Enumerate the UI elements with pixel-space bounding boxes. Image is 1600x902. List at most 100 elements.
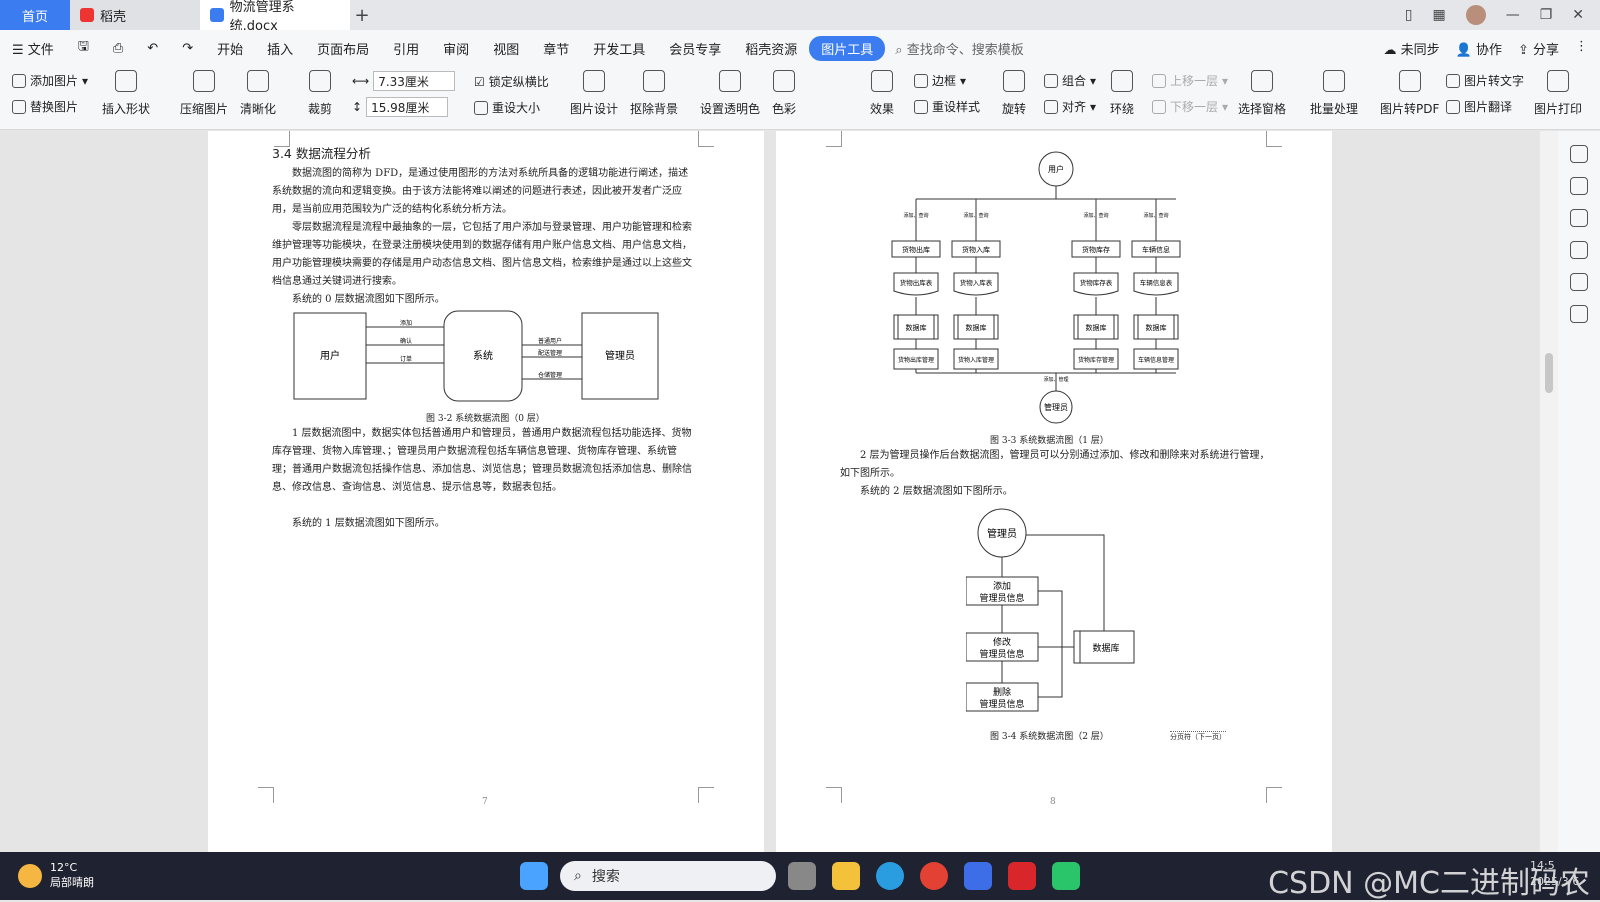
remove-bg-label: 抠除背景 <box>630 102 679 116</box>
tab-daoke[interactable]: 稻壳 <box>70 0 200 30</box>
command-search[interactable]: ⌕ 查找命令、搜索模板 <box>895 39 1023 58</box>
file-menu[interactable]: ☰ 文件 <box>0 39 66 58</box>
menu-item-section[interactable]: 章节 <box>531 39 581 58</box>
transparent-button[interactable]: 设置透明色 <box>700 70 760 117</box>
weather-widget[interactable]: 12°C 局部晴朗 <box>18 860 94 890</box>
undo-icon[interactable]: ↶ <box>135 41 170 56</box>
folder-icon[interactable] <box>832 862 860 890</box>
paragraph[interactable]: 2 层为管理员操作后台数据流图，管理员可以分别通过添加、修改和删除来对系统进行管… <box>840 447 1270 483</box>
sharpen-button[interactable]: 清晰化 <box>240 70 276 117</box>
translate-button[interactable]: 图片翻译 <box>1446 98 1512 115</box>
paragraph[interactable]: 数据流图的简称为 DFD，是通过使用图形的方法对系统所具备的逻辑功能进行阐述，描… <box>272 165 692 219</box>
temperature: 12°C <box>50 861 78 874</box>
flow-label: 配送管理 <box>538 349 562 357</box>
add-image-button[interactable]: 添加图片 ▾ <box>12 72 88 89</box>
paragraph[interactable]: 零层数据流程是流程中最抽象的一层，它包括了用户添加与登录管理、用户功能管理和检索… <box>272 219 692 291</box>
menu-item-view[interactable]: 视图 <box>481 39 531 58</box>
pen-icon[interactable] <box>1570 145 1588 163</box>
redo-icon[interactable]: ↷ <box>170 41 205 56</box>
edge-icon[interactable] <box>876 862 904 890</box>
menu-item-layout[interactable]: 页面布局 <box>305 39 381 58</box>
design-button[interactable]: 图片设计 <box>570 70 618 117</box>
align-button[interactable]: 对齐 ▾ <box>1044 98 1096 115</box>
collab-button[interactable]: 👤 协作 <box>1456 39 1502 58</box>
wrap-button[interactable]: 环绕 <box>1110 70 1134 117</box>
height-input[interactable]: 15.98厘米 <box>366 97 449 117</box>
menu-item-insert[interactable]: 插入 <box>255 39 305 58</box>
tab-document[interactable]: 物流管理系统.docx <box>200 0 350 34</box>
group-button[interactable]: 组合 ▾ <box>1044 72 1096 89</box>
section-heading[interactable]: 3.4 数据流程分析 <box>272 145 371 163</box>
lightning-icon[interactable] <box>1570 305 1588 323</box>
store-icon[interactable] <box>788 862 816 890</box>
windows-start-icon[interactable] <box>520 862 548 890</box>
to-pdf-button[interactable]: 图片转PDF <box>1380 70 1439 117</box>
sync-button[interactable]: ☁ 未同步 <box>1383 39 1439 58</box>
insert-shape-button[interactable]: 插入形状 <box>102 70 150 117</box>
print-image-button[interactable]: 图片打印 <box>1534 70 1582 117</box>
color-button[interactable]: 色彩 <box>772 70 796 117</box>
help-icon[interactable] <box>1570 241 1588 259</box>
vertical-scrollbar[interactable] <box>1540 131 1558 852</box>
paragraph[interactable]: 系统的 2 层数据流图如下图所示。 <box>860 483 1013 501</box>
menu-item-start[interactable]: 开始 <box>205 39 255 58</box>
menu-item-review[interactable]: 审阅 <box>431 39 481 58</box>
figure-caption[interactable]: 图 3-2 系统数据流图（0 层） <box>426 411 545 424</box>
replace-image-button[interactable]: 替换图片 <box>12 98 78 115</box>
cursor-icon[interactable] <box>1570 177 1588 195</box>
batch-button[interactable]: 批量处理 <box>1310 70 1358 117</box>
paragraph[interactable]: 1 层数据流图中，数据实体包括普通用户和管理员，普通用户数据流程包括功能选择、货… <box>272 425 692 497</box>
close-button[interactable]: ✕ <box>1572 7 1584 23</box>
flow-label: 添加、查询 <box>963 212 988 219</box>
menu-item-daoke[interactable]: 稻壳资源 <box>733 39 809 58</box>
compress-button[interactable]: 压缩图片 <box>180 70 228 117</box>
to-text-button[interactable]: 图片转文字 <box>1446 72 1524 89</box>
grid-icon[interactable]: ▦ <box>1432 7 1445 23</box>
crop-button[interactable]: 裁剪 <box>308 70 332 117</box>
send-backward-button[interactable]: 下移一层 ▾ <box>1152 98 1228 115</box>
restore-button[interactable]: ❐ <box>1540 7 1553 23</box>
print-icon[interactable]: ⎙ <box>101 41 135 56</box>
reset-size-button[interactable]: 重设大小 <box>474 99 540 116</box>
border-button[interactable]: 边框 ▾ <box>914 72 966 89</box>
dfd-level2-figure[interactable]: 管理员 添加 管理员信息 修改 管理员信息 删除 管理员信息 数据库 <box>966 507 1156 717</box>
figure-caption[interactable]: 图 3-4 系统数据流图（2 层） <box>990 729 1109 742</box>
effect-button[interactable]: 效果 <box>870 70 894 117</box>
menu-item-reference[interactable]: 引用 <box>381 39 431 58</box>
figure-caption[interactable]: 图 3-3 系统数据流图（1 层） <box>990 433 1109 446</box>
layout-icon[interactable]: ▯ <box>1405 7 1413 23</box>
print-image-label: 图片打印 <box>1534 102 1583 116</box>
menu-item-devtools[interactable]: 开发工具 <box>581 39 657 58</box>
share-button[interactable]: ⇪ 分享 <box>1518 39 1559 58</box>
dfd-level0-figure[interactable]: 用户 系统 管理员 添加 确认 订单 普通用户 配送管理 仓储管理 <box>288 309 668 409</box>
effect-label: 效果 <box>870 102 895 116</box>
wechat-icon[interactable] <box>1052 862 1080 890</box>
paragraph[interactable]: 系统的 0 层数据流图如下图所示。 <box>292 291 445 309</box>
menu-item-member[interactable]: 会员专享 <box>657 39 733 58</box>
taskbar-search[interactable]: ⌕ 搜索 <box>560 861 776 891</box>
image-settings-icon[interactable] <box>1570 273 1588 291</box>
dfd-level1-figure[interactable]: 用户 添加、管理 管理员 添加、查询货物出库货物出库表数据库货物出库管理添加、查… <box>886 147 1196 427</box>
paragraph[interactable]: 系统的 1 层数据流图如下图所示。 <box>292 515 445 533</box>
wps-icon[interactable] <box>1008 862 1036 890</box>
width-input[interactable]: 7.33厘米 <box>373 71 456 91</box>
chrome-icon[interactable] <box>920 862 948 890</box>
app-icon[interactable] <box>964 862 992 890</box>
more-icon[interactable]: ⋮ <box>1575 39 1588 58</box>
group-label: 组合 <box>1062 74 1087 88</box>
avatar[interactable] <box>1465 5 1486 25</box>
tab-home[interactable]: 首页 <box>0 0 70 30</box>
bring-forward-button[interactable]: 上移一层 ▾ <box>1152 72 1228 89</box>
scrollbar-thumb[interactable] <box>1545 353 1553 393</box>
rotate-button[interactable]: 旋转 <box>1002 70 1026 117</box>
lock-ratio-checkbox[interactable]: ☑ 锁定纵横比 <box>474 73 549 90</box>
minimize-button[interactable]: — <box>1506 7 1520 23</box>
menu-item-picture-tools[interactable]: 图片工具 <box>809 35 886 61</box>
reset-style-button[interactable]: 重设样式 <box>914 98 980 115</box>
clock[interactable]: 14:5 2025/3/6 <box>1530 858 1579 890</box>
sliders-icon[interactable] <box>1570 209 1588 227</box>
save-icon[interactable]: 🖫 <box>66 37 101 59</box>
remove-bg-button[interactable]: 抠除背景 <box>630 70 678 117</box>
new-tab-button[interactable]: + <box>350 5 374 26</box>
select-pane-button[interactable]: 选择窗格 <box>1238 70 1286 117</box>
